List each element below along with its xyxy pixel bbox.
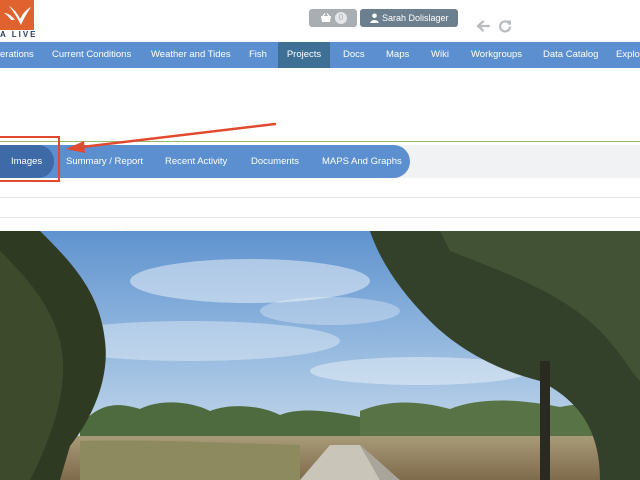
annotation-arrow-icon: [66, 122, 277, 153]
divider: [0, 197, 640, 198]
divider: [0, 217, 640, 218]
project-photo[interactable]: [0, 231, 640, 480]
